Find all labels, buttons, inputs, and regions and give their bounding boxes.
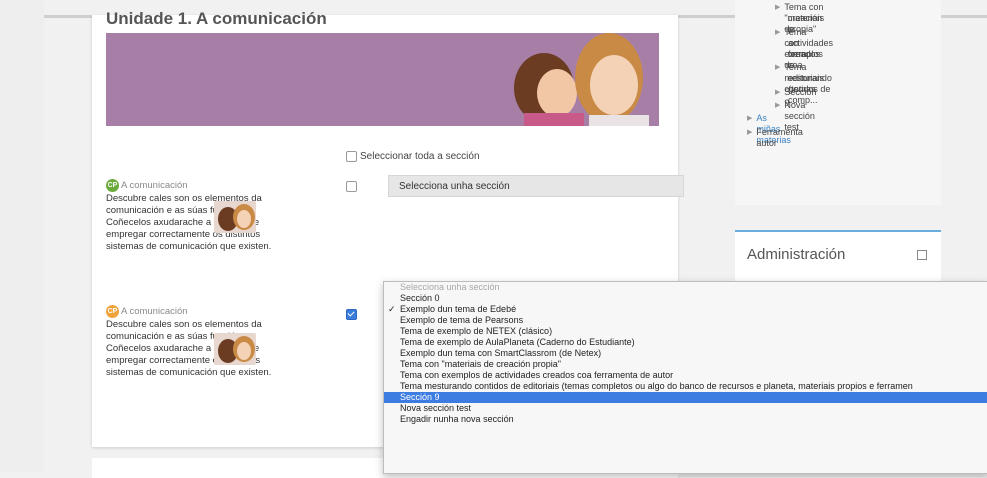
children-photo xyxy=(469,33,659,126)
dropdown-option[interactable]: Tema de exemplo de NETEX (clásico) xyxy=(384,326,987,337)
dropdown-option[interactable]: Tema con "materiais de creación propia" xyxy=(384,359,987,370)
section-banner-image xyxy=(106,33,659,126)
collapse-block-icon[interactable] xyxy=(917,250,927,260)
tree-arrow-icon: ▶ xyxy=(747,129,753,136)
section-select[interactable]: Selecciona unha sección xyxy=(388,175,684,197)
check-icon: ✓ xyxy=(388,304,396,314)
dropdown-option[interactable]: Tema con exemplos de actividades creados… xyxy=(384,370,987,381)
dropdown-option-selected[interactable]: ✓ Exemplo dun tema de Edebé xyxy=(384,304,987,315)
activity-checkbox-checked[interactable] xyxy=(346,309,357,320)
dropdown-option[interactable]: Tema mesturando contidos de editoriais (… xyxy=(384,381,987,392)
activity-type-icon: CP xyxy=(106,305,119,318)
activity-thumbnail xyxy=(214,201,256,233)
activity-item: CP A comunicación Descubre cales son os … xyxy=(106,179,286,253)
nav-item-cont[interactable]: ferra... xyxy=(788,49,814,60)
navigation-block: ▶ Tema con "materiais de creación propia"… xyxy=(735,0,941,205)
dropdown-option[interactable]: Engadir nunha nova sección xyxy=(384,414,987,425)
activity-type-icon: CP xyxy=(106,179,119,192)
activity-item: CP A comunicación Descubre cales son os … xyxy=(106,305,286,379)
activity-checkbox[interactable] xyxy=(346,181,357,192)
select-all-section[interactable]: Seleccionar toda a sección xyxy=(346,151,480,162)
dropdown-option-placeholder: Selecciona unha sección xyxy=(400,282,500,292)
left-gutter xyxy=(0,0,44,472)
dropdown-option[interactable]: Tema de exemplo de AulaPlaneta (Caderno … xyxy=(384,337,987,348)
dropdown-option[interactable]: Sección 0 xyxy=(384,293,987,304)
administration-title: Administración xyxy=(747,246,846,263)
select-all-label: Seleccionar toda a sección xyxy=(360,151,480,162)
nav-item-author-tool[interactable]: ▶ Ferramenta autor xyxy=(747,127,803,149)
dropdown-option[interactable]: Exemplo de tema de Pearsons xyxy=(384,315,987,326)
activity-link[interactable]: A comunicación xyxy=(121,306,188,318)
select-all-checkbox[interactable] xyxy=(346,151,357,162)
dropdown-option-highlighted[interactable]: Sección 9 xyxy=(384,392,987,403)
section-dropdown-list[interactable]: Selecciona unha sección Sección 0 ✓ Exemp… xyxy=(383,281,987,474)
dropdown-option[interactable]: Exemplo dun tema con SmartClassrom (de N… xyxy=(384,348,987,359)
activity-thumbnail xyxy=(214,333,256,365)
dropdown-option[interactable]: Nova sección test xyxy=(384,403,987,414)
section-title: Unidade 1. A comunicación xyxy=(106,9,327,28)
activity-link[interactable]: A comunicación xyxy=(121,180,188,192)
